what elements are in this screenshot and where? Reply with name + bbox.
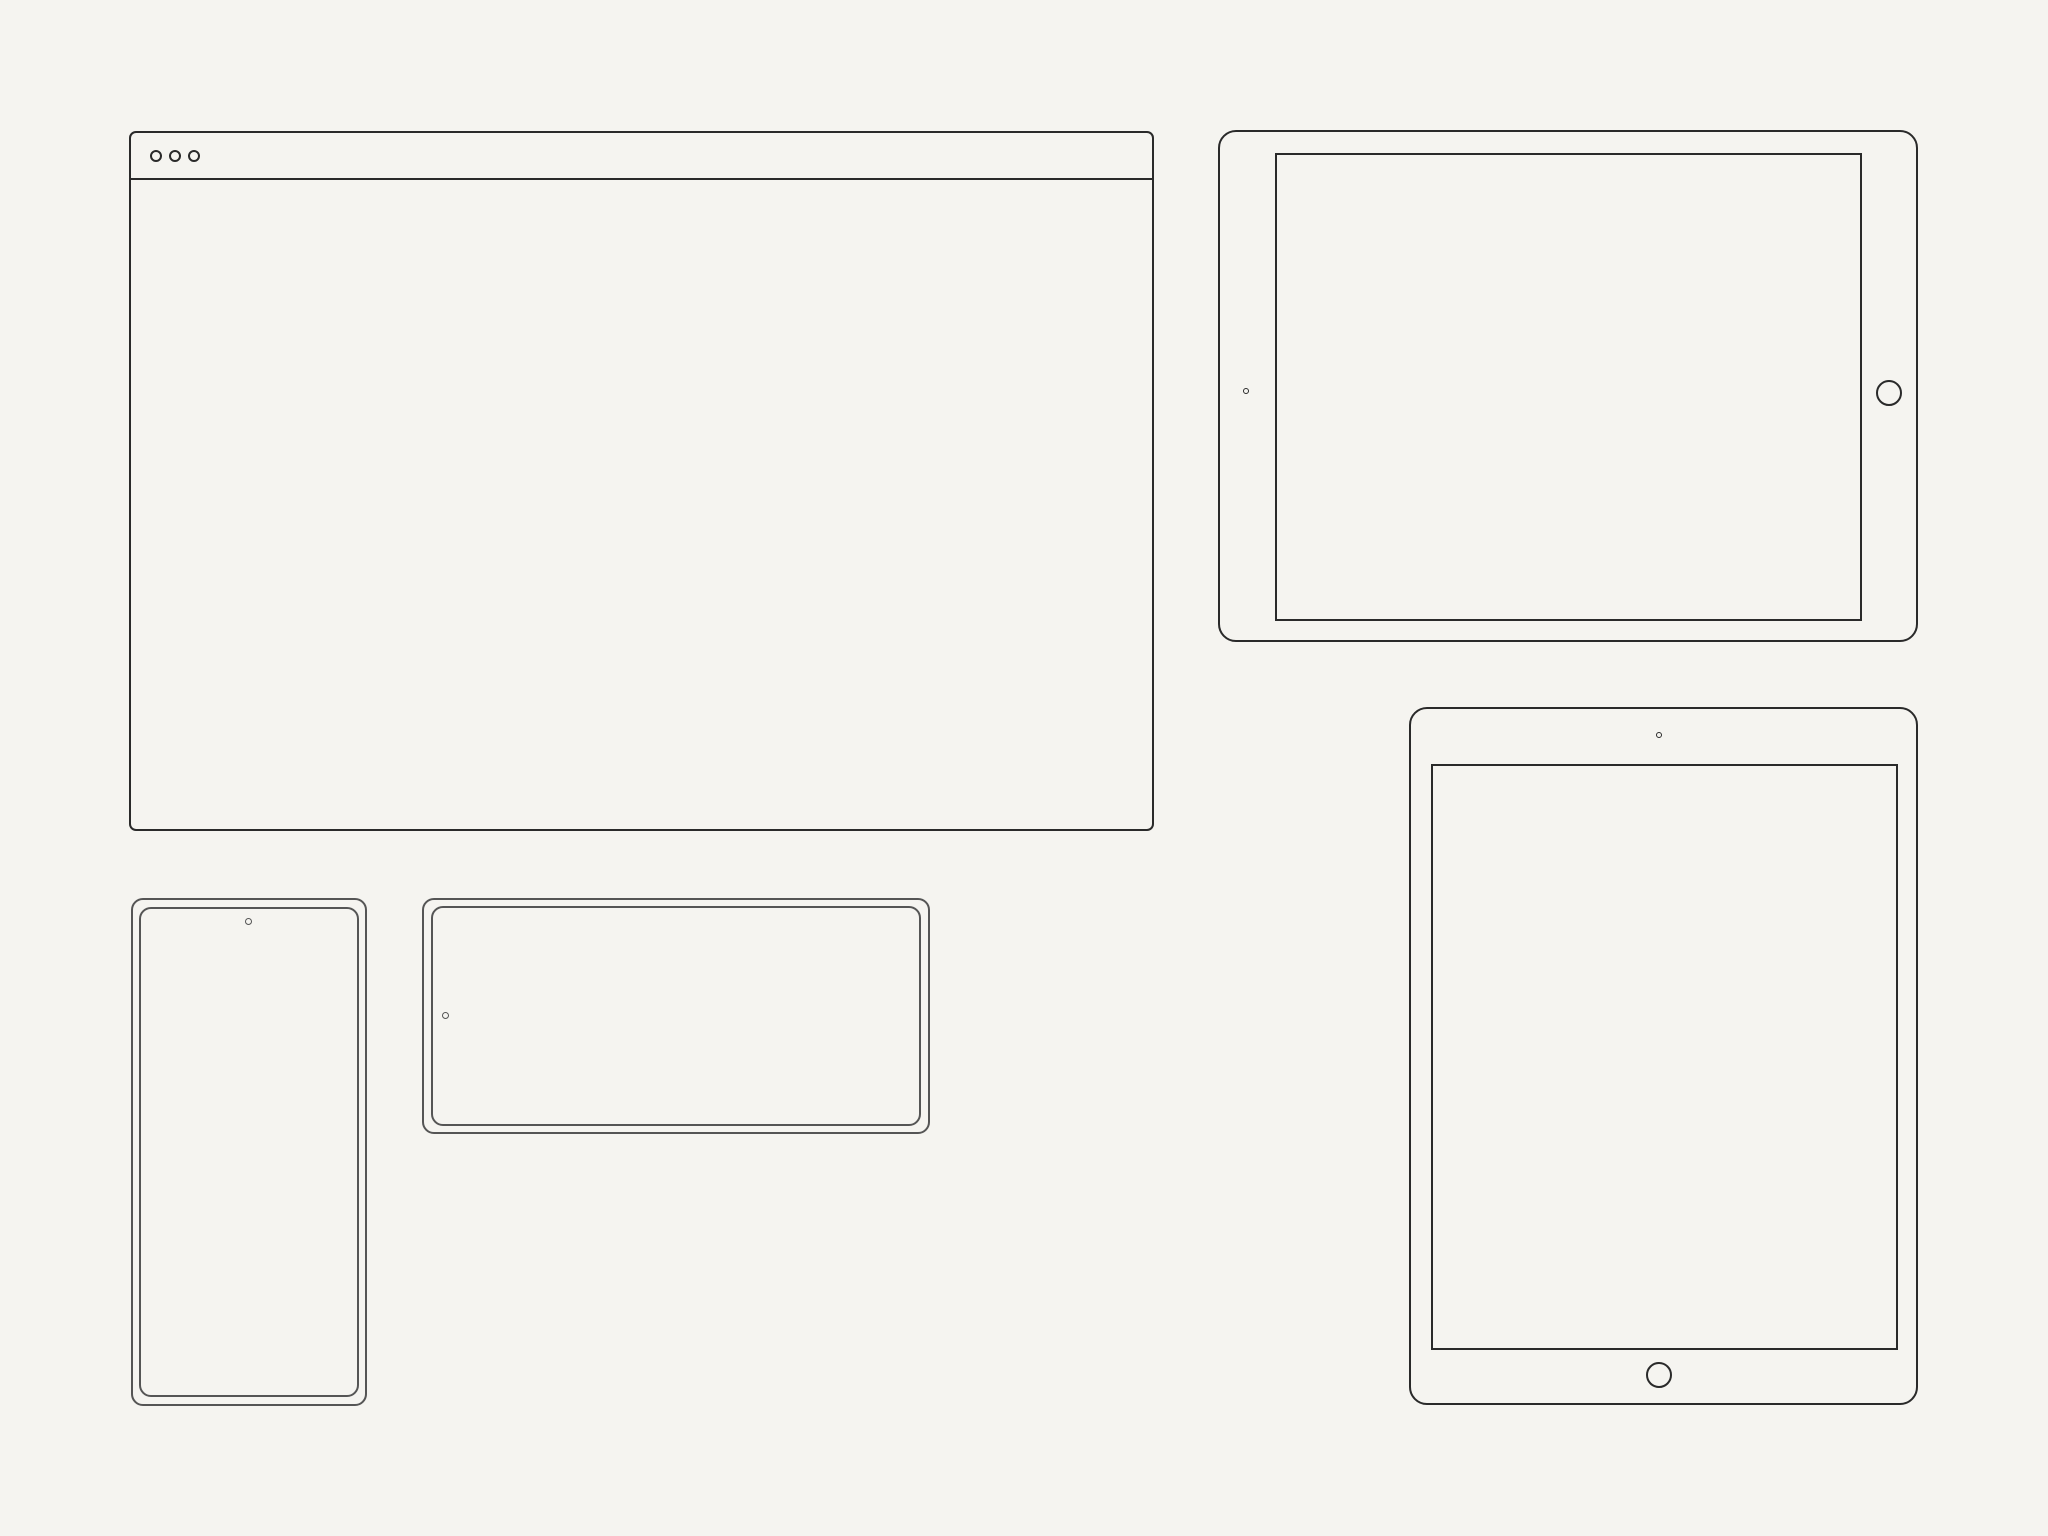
window-minimize-dot[interactable] <box>169 150 181 162</box>
window-close-dot[interactable] <box>150 150 162 162</box>
browser-window-frame <box>129 131 1154 831</box>
tablet-portrait-frame <box>1409 707 1918 1405</box>
browser-title-bar <box>131 133 1152 180</box>
phone-landscape-frame <box>422 898 930 1134</box>
tablet-camera-icon <box>1243 388 1249 394</box>
phone-portrait-screen <box>139 907 359 1397</box>
tablet-home-button[interactable] <box>1876 380 1902 406</box>
phone-camera-icon <box>442 1012 449 1019</box>
browser-content-area <box>131 180 1152 829</box>
window-maximize-dot[interactable] <box>188 150 200 162</box>
tablet-landscape-screen <box>1275 153 1862 621</box>
phone-camera-icon <box>245 918 252 925</box>
phone-landscape-screen <box>431 906 921 1126</box>
tablet-home-button[interactable] <box>1646 1362 1672 1388</box>
tablet-camera-icon <box>1656 732 1662 738</box>
tablet-portrait-screen <box>1431 764 1898 1350</box>
phone-portrait-frame <box>131 898 367 1406</box>
tablet-landscape-frame <box>1218 130 1918 642</box>
